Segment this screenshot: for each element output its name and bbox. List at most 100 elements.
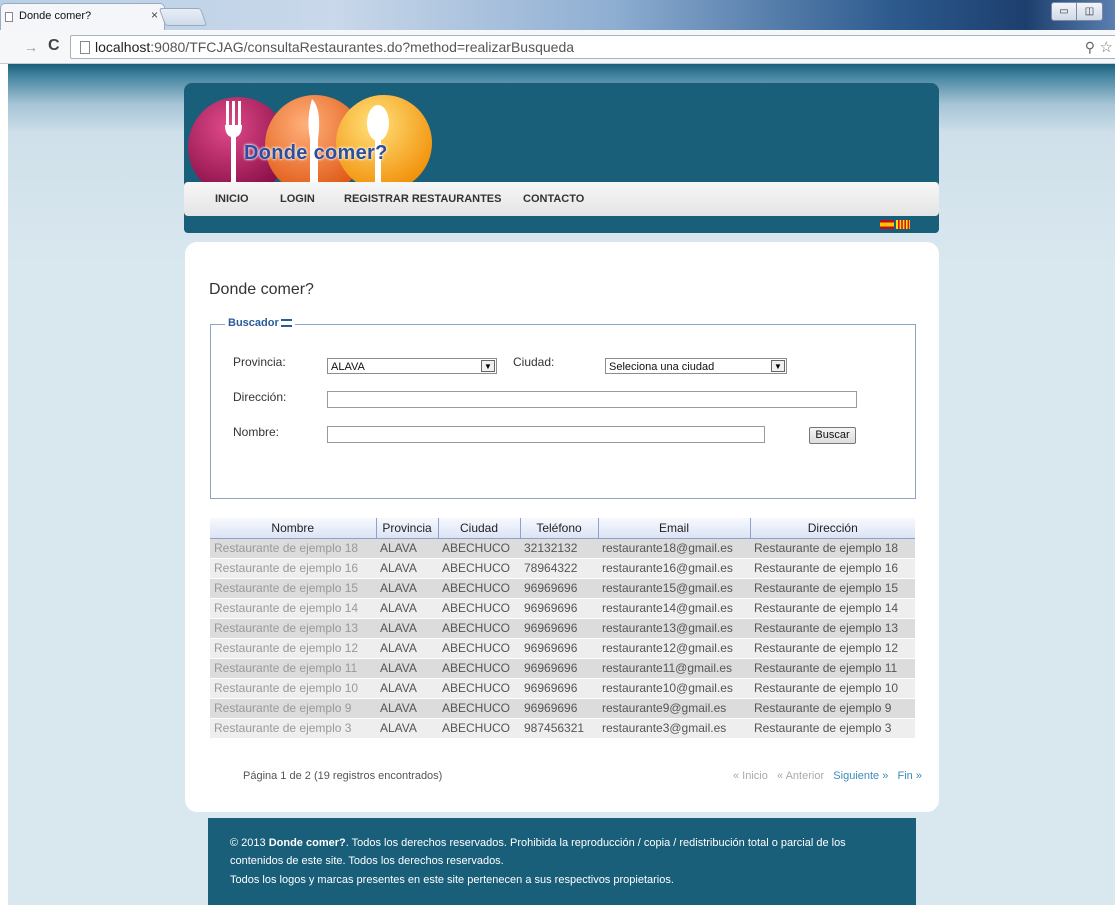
chevron-down-icon[interactable]: ▼ xyxy=(481,360,495,372)
menu-item-login[interactable]: LOGIN xyxy=(280,193,315,205)
provincia-label: Provincia: xyxy=(233,355,286,369)
nombre-input[interactable] xyxy=(327,426,765,443)
browser-toolbar: → C localhost:9080/TFCJAG/consultaRestau… xyxy=(0,30,1115,64)
collapse-icon[interactable] xyxy=(280,319,292,328)
cell-email: restaurante15@gmail.es xyxy=(598,578,750,599)
window-controls: ▭ ◫ xyxy=(1051,2,1103,21)
table-row[interactable]: Restaurante de ejemplo 13 ALAVA ABECHUCO 96… xyxy=(210,618,915,639)
cell-direccion: Restaurante de ejemplo 3 xyxy=(750,718,915,739)
column-header-nombre[interactable]: Nombre xyxy=(210,518,377,539)
cell-ciudad: ABECHUCO xyxy=(438,658,520,679)
provincia-select[interactable]: ALAVA ▼ xyxy=(327,358,497,374)
main-menu: INICIO LOGIN REGISTRAR RESTAURANTES CONT… xyxy=(184,182,939,216)
cell-provincia: ALAVA xyxy=(376,598,438,619)
cell-provincia: ALAVA xyxy=(376,578,438,599)
cell-email: restaurante16@gmail.es xyxy=(598,558,750,579)
table-row[interactable]: Restaurante de ejemplo 9 ALAVA ABECHUCO 969… xyxy=(210,698,915,719)
column-header-direccion[interactable]: Dirección xyxy=(750,518,915,539)
pagination-last-link[interactable]: Fin » xyxy=(898,770,922,782)
logo-image xyxy=(188,95,432,185)
cell-nombre: Restaurante de ejemplo 3 xyxy=(210,718,376,739)
cell-telefono: 96969696 xyxy=(520,598,598,619)
tab-title: Donde comer? xyxy=(19,10,92,22)
pagination-first-link: « Inicio xyxy=(733,770,768,782)
cell-direccion: Restaurante de ejemplo 15 xyxy=(750,578,915,599)
page-left-gutter xyxy=(0,64,8,905)
cell-ciudad: ABECHUCO xyxy=(438,718,520,739)
cell-ciudad: ABECHUCO xyxy=(438,558,520,579)
page-title: Donde comer? xyxy=(209,281,314,298)
site-logo-text[interactable]: Donde comer? xyxy=(244,142,388,165)
direccion-input[interactable] xyxy=(327,391,857,408)
search-form: Buscador Provincia: ALAVA ▼ Ciudad: Sele… xyxy=(210,317,916,499)
pagination-next-link[interactable]: Siguiente » xyxy=(833,770,888,782)
new-tab-button[interactable] xyxy=(158,8,208,26)
cell-direccion: Restaurante de ejemplo 9 xyxy=(750,698,915,719)
ciudad-select[interactable]: Seleciona una ciudad ▼ xyxy=(605,358,787,374)
footer-copyright: © 2013 xyxy=(230,837,269,849)
reload-icon[interactable]: C xyxy=(48,37,60,55)
search-legend[interactable]: Buscador xyxy=(225,317,295,329)
browser-tab-strip: Donde comer? × ▭ ◫ xyxy=(0,0,1115,30)
cell-provincia: ALAVA xyxy=(376,718,438,739)
nombre-label: Nombre: xyxy=(233,425,280,439)
cell-email: restaurante10@gmail.es xyxy=(598,678,750,699)
menu-item-registrar-restaurantes[interactable]: REGISTRAR RESTAURANTES xyxy=(344,193,501,205)
catalan-flag-icon[interactable] xyxy=(896,220,910,229)
cell-email: restaurante13@gmail.es xyxy=(598,618,750,639)
cell-direccion: Restaurante de ejemplo 16 xyxy=(750,558,915,579)
cell-telefono: 96969696 xyxy=(520,698,598,719)
direccion-label: Dirección: xyxy=(233,390,287,404)
forward-arrow-icon[interactable]: → xyxy=(24,39,38,55)
spanish-flag-icon[interactable] xyxy=(880,220,894,229)
menu-item-inicio[interactable]: INICIO xyxy=(215,193,249,205)
cell-provincia: ALAVA xyxy=(376,538,438,559)
cell-telefono: 96969696 xyxy=(520,578,598,599)
menu-item-contacto[interactable]: CONTACTO xyxy=(523,193,584,205)
column-header-email[interactable]: Email xyxy=(598,518,751,539)
cell-provincia: ALAVA xyxy=(376,658,438,679)
results-table-body: Restaurante de ejemplo 18 ALAVA ABECHUCO 32… xyxy=(210,538,915,739)
search-legend-label: Buscador xyxy=(228,317,279,329)
cell-nombre: Restaurante de ejemplo 11 xyxy=(210,658,376,679)
close-icon[interactable]: × xyxy=(151,8,158,22)
cell-email: restaurante9@gmail.es xyxy=(598,698,750,719)
cell-provincia: ALAVA xyxy=(376,558,438,579)
cell-ciudad: ABECHUCO xyxy=(438,698,520,719)
table-row[interactable]: Restaurante de ejemplo 11 ALAVA ABECHUCO 96… xyxy=(210,658,915,679)
cell-direccion: Restaurante de ejemplo 13 xyxy=(750,618,915,639)
star-icon[interactable]: ☆ xyxy=(1100,38,1113,56)
cell-telefono: 96969696 xyxy=(520,658,598,679)
cell-provincia: ALAVA xyxy=(376,638,438,659)
cell-telefono: 96969696 xyxy=(520,678,598,699)
table-row[interactable]: Restaurante de ejemplo 3 ALAVA ABECHUCO 987… xyxy=(210,718,915,739)
address-bar[interactable]: localhost:9080/TFCJAG/consultaRestaurant… xyxy=(70,35,1115,59)
cell-provincia: ALAVA xyxy=(376,698,438,719)
table-row[interactable]: Restaurante de ejemplo 16 ALAVA ABECHUCO 78… xyxy=(210,558,915,579)
page-icon xyxy=(80,41,90,54)
pagination-previous-link: « Anterior xyxy=(777,770,825,782)
table-row[interactable]: Restaurante de ejemplo 10 ALAVA ABECHUCO 96… xyxy=(210,678,915,699)
maximize-icon[interactable]: ◫ xyxy=(1077,2,1103,21)
url-text[interactable]: localhost:9080/TFCJAG/consultaRestaurant… xyxy=(95,39,574,55)
cell-telefono: 32132132 xyxy=(520,538,598,559)
zoom-icon[interactable]: ⚲ xyxy=(1085,39,1095,56)
column-header-ciudad[interactable]: Ciudad xyxy=(438,518,521,539)
cell-telefono: 96969696 xyxy=(520,618,598,639)
content-panel: Donde comer? Buscador Provincia: ALAVA ▼… xyxy=(185,242,939,812)
table-row[interactable]: Restaurante de ejemplo 14 ALAVA ABECHUCO 96… xyxy=(210,598,915,619)
cell-nombre: Restaurante de ejemplo 9 xyxy=(210,698,376,719)
cell-nombre: Restaurante de ejemplo 18 xyxy=(210,538,376,559)
buscar-button[interactable]: Buscar xyxy=(809,427,856,444)
column-header-telefono[interactable]: Teléfono xyxy=(520,518,599,539)
cell-email: restaurante18@gmail.es xyxy=(598,538,750,559)
browser-tab[interactable]: Donde comer? × xyxy=(0,3,165,30)
cell-direccion: Restaurante de ejemplo 14 xyxy=(750,598,915,619)
column-header-provincia[interactable]: Provincia xyxy=(376,518,439,539)
table-row[interactable]: Restaurante de ejemplo 12 ALAVA ABECHUCO 96… xyxy=(210,638,915,659)
table-row[interactable]: Restaurante de ejemplo 18 ALAVA ABECHUCO 32… xyxy=(210,538,915,559)
chevron-down-icon[interactable]: ▼ xyxy=(771,360,785,372)
cell-email: restaurante11@gmail.es xyxy=(598,658,750,679)
minimize-icon[interactable]: ▭ xyxy=(1051,2,1077,21)
table-row[interactable]: Restaurante de ejemplo 15 ALAVA ABECHUCO 96… xyxy=(210,578,915,599)
